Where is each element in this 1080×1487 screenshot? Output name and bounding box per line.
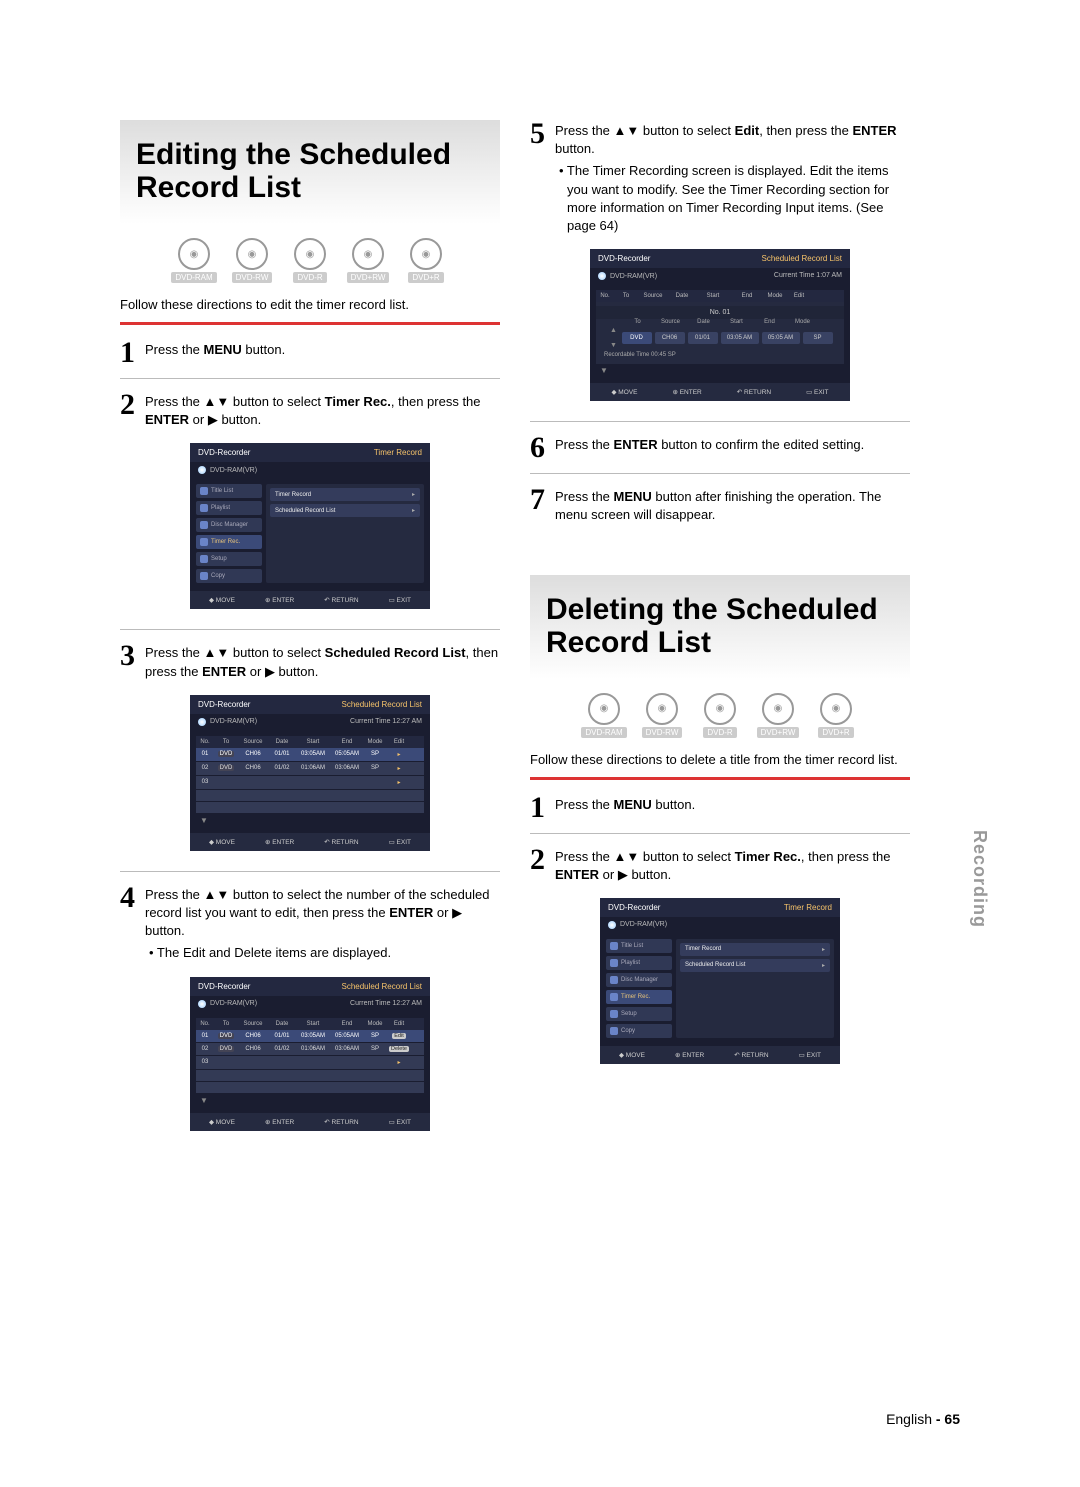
- disc-icon: ◉DVD-RW: [638, 693, 686, 738]
- side-tab: Recording: [969, 830, 990, 928]
- step-1: 1 Press the MENU button.: [120, 339, 500, 366]
- disc-icons-row: ◉DVD-RAM ◉DVD-RW ◉DVD-R ◉DVD+RW ◉DVD+R: [120, 238, 500, 283]
- step-number: 4: [120, 884, 135, 963]
- step-number: 2: [120, 391, 135, 429]
- step-text: Press the ENTER button to confirm the ed…: [555, 434, 910, 461]
- step-number: 7: [530, 486, 545, 524]
- section-title-deleting: Deleting the Scheduled Record List: [530, 575, 910, 679]
- step-4: 4 Press the ▲▼ button to select the numb…: [120, 884, 500, 963]
- step-number: 2: [530, 846, 545, 884]
- step-number: 3: [120, 642, 135, 680]
- step-text: Press the MENU button.: [555, 794, 910, 821]
- divider: [530, 473, 910, 474]
- step-5: 5 Press the ▲▼ button to select Edit, th…: [530, 120, 910, 235]
- osd-edit-form: DVD-RecorderScheduled Record List DVD-RA…: [590, 249, 850, 401]
- divider: [120, 629, 500, 630]
- disc-icon: ◉DVD-R: [696, 693, 744, 738]
- osd-timer-record-menu-2: DVD-RecorderTimer Record DVD-RAM(VR) Tit…: [600, 898, 840, 1064]
- section-title-editing: Editing the Scheduled Record List: [120, 120, 500, 224]
- osd-scheduled-list: DVD-RecorderScheduled Record List DVD-RA…: [190, 695, 430, 851]
- left-column: Editing the Scheduled Record List ◉DVD-R…: [120, 120, 500, 1151]
- divider: [120, 871, 500, 872]
- step-text: Press the MENU button.: [145, 339, 500, 366]
- step-text: Press the ▲▼ button to select the number…: [145, 884, 500, 963]
- step-b1: 1 Press the MENU button.: [530, 794, 910, 821]
- divider: [120, 378, 500, 379]
- osd-scheduled-list-edit: DVD-RecorderScheduled Record List DVD-RA…: [190, 977, 430, 1131]
- manual-page: Recording Editing the Scheduled Record L…: [0, 0, 1080, 1487]
- disc-icon: ◉DVD+R: [812, 693, 860, 738]
- step-number: 6: [530, 434, 545, 461]
- step-b2: 2 Press the ▲▼ button to select Timer Re…: [530, 846, 910, 884]
- step-text: Press the ▲▼ button to select Scheduled …: [145, 642, 500, 680]
- step-number: 1: [120, 339, 135, 366]
- disc-icon: ◉DVD+RW: [754, 693, 802, 738]
- page-footer: English - 65: [886, 1411, 960, 1427]
- two-column-layout: Editing the Scheduled Record List ◉DVD-R…: [120, 120, 960, 1151]
- step-text: Press the ▲▼ button to select Timer Rec.…: [555, 846, 910, 884]
- step-2: 2 Press the ▲▼ button to select Timer Re…: [120, 391, 500, 429]
- step-text: Press the ▲▼ button to select Edit, then…: [555, 120, 910, 235]
- accent-rule: [530, 777, 910, 780]
- step-number: 1: [530, 794, 545, 821]
- accent-rule: [120, 322, 500, 325]
- disc-icon: ◉DVD-RW: [228, 238, 276, 283]
- step-text: Press the MENU button after finishing th…: [555, 486, 910, 524]
- divider: [530, 421, 910, 422]
- step-6: 6 Press the ENTER button to confirm the …: [530, 434, 910, 461]
- step-text: Press the ▲▼ button to select Timer Rec.…: [145, 391, 500, 429]
- disc-icon: ◉DVD+RW: [344, 238, 392, 283]
- step-3: 3 Press the ▲▼ button to select Schedule…: [120, 642, 500, 680]
- divider: [530, 833, 910, 834]
- disc-icon: ◉DVD-RAM: [170, 238, 218, 283]
- intro-text: Follow these directions to edit the time…: [120, 297, 500, 312]
- disc-icon: ◉DVD-R: [286, 238, 334, 283]
- step-7: 7 Press the MENU button after finishing …: [530, 486, 910, 524]
- disc-icon: ◉DVD+R: [402, 238, 450, 283]
- step-number: 5: [530, 120, 545, 235]
- intro-text: Follow these directions to delete a titl…: [530, 752, 910, 767]
- osd-timer-record-menu: DVD-RecorderTimer Record DVD-RAM(VR) Tit…: [190, 443, 430, 609]
- disc-icons-row: ◉DVD-RAM ◉DVD-RW ◉DVD-R ◉DVD+RW ◉DVD+R: [530, 693, 910, 738]
- right-column: 5 Press the ▲▼ button to select Edit, th…: [530, 120, 910, 1151]
- disc-icon: ◉DVD-RAM: [580, 693, 628, 738]
